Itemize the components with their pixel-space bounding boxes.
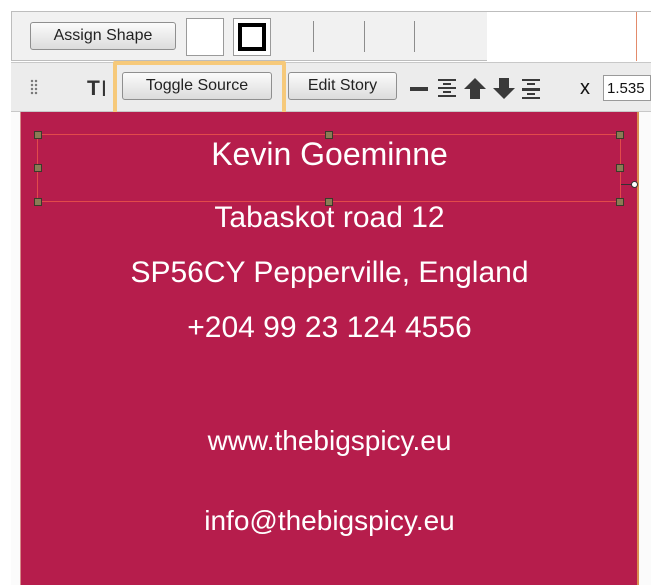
toolbar-separator <box>414 21 415 52</box>
text-align-icons <box>410 78 540 99</box>
text-thread-port-icon[interactable] <box>631 181 638 188</box>
resize-handle-top[interactable] <box>325 131 333 139</box>
toolbar-separator <box>313 21 314 52</box>
align-center-icon[interactable] <box>438 79 456 97</box>
text-tool-glyph: T <box>87 77 100 100</box>
fill-color-swatch[interactable] <box>186 18 224 56</box>
resize-handle-right[interactable] <box>616 164 624 172</box>
resize-handle-left[interactable] <box>34 164 42 172</box>
resize-handle-top-right[interactable] <box>616 131 624 139</box>
toolbar-grip-icon[interactable] <box>30 79 38 95</box>
x-position-label: x <box>580 77 590 99</box>
x-position-input[interactable] <box>603 75 651 101</box>
text-tool-icon[interactable]: TI <box>87 75 107 101</box>
resize-handle-bottom[interactable] <box>325 198 333 206</box>
toolbar-empty-area <box>487 12 651 61</box>
assign-shape-button[interactable]: Assign Shape <box>30 22 176 50</box>
toolbar-separator <box>364 21 365 52</box>
stroke-color-swatch[interactable] <box>233 18 271 56</box>
minus-icon[interactable] <box>410 87 428 91</box>
card-email-text[interactable]: info@thebigspicy.eu <box>20 504 639 538</box>
page-margin-guide <box>636 12 637 61</box>
edit-story-button[interactable]: Edit Story <box>288 72 397 100</box>
align-bottom-icon[interactable] <box>522 79 540 99</box>
resize-handle-bottom-right[interactable] <box>616 198 624 206</box>
card-phone-text[interactable]: +204 99 23 124 4556 <box>20 310 639 346</box>
resize-handle-bottom-left[interactable] <box>34 198 42 206</box>
card-website-text[interactable]: www.thebigspicy.eu <box>20 424 639 458</box>
arrow-up-icon[interactable] <box>464 78 486 99</box>
card-address-line2[interactable]: SP56CY Pepperville, England <box>20 255 639 291</box>
resize-handle-top-left[interactable] <box>34 131 42 139</box>
selection-frame <box>37 134 621 202</box>
arrow-down-icon[interactable] <box>493 78 515 99</box>
